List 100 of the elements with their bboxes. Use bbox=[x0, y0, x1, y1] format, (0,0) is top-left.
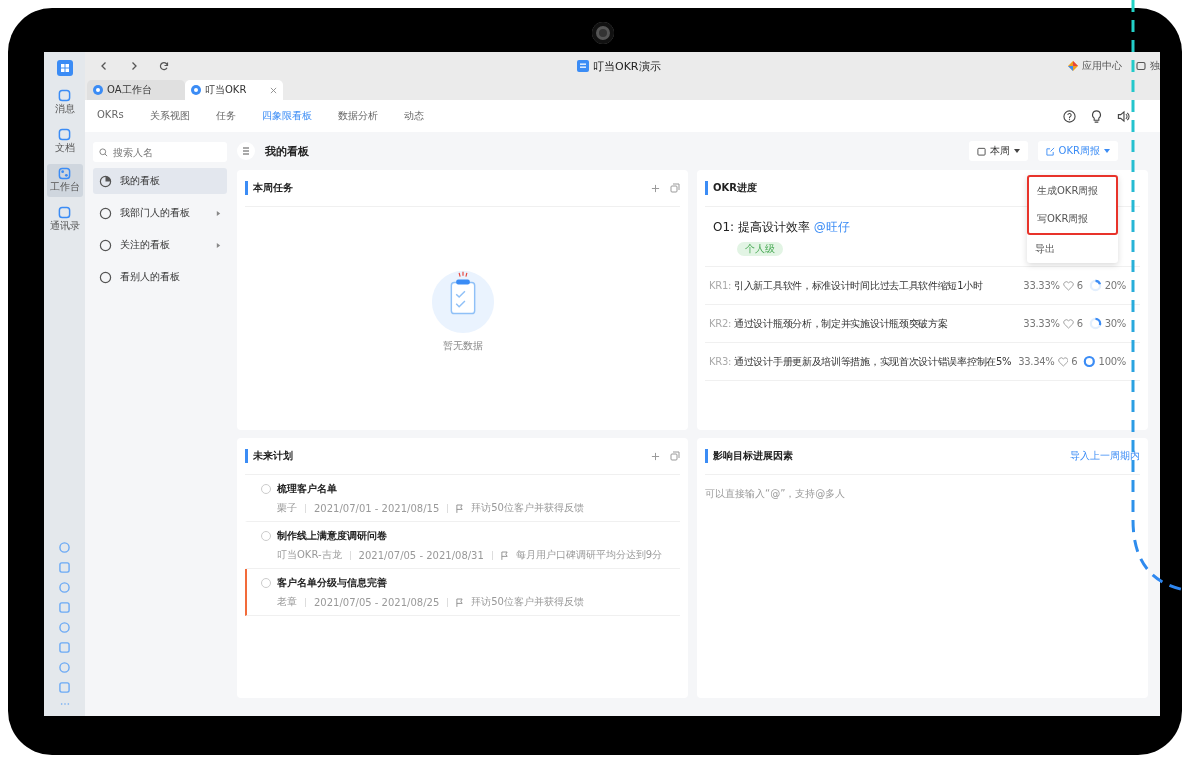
app-grid-icon[interactable] bbox=[56, 60, 73, 76]
caret-icon bbox=[1104, 149, 1110, 153]
kr-code: KR3: bbox=[709, 356, 732, 367]
heart-icon[interactable] bbox=[1062, 318, 1074, 329]
board-icon bbox=[99, 174, 112, 188]
board-menu-item[interactable]: 我的看板 bbox=[93, 168, 227, 194]
menu-item[interactable]: 生成OKR周报 bbox=[1029, 177, 1116, 205]
level-tag: 个人级 bbox=[737, 242, 783, 256]
camera-icon bbox=[592, 22, 614, 44]
task-owner: 叮当OKR-吉龙 bbox=[277, 548, 342, 562]
rail-item[interactable]: 文档 bbox=[46, 125, 83, 158]
browser-tab[interactable]: OA工作台 bbox=[87, 80, 185, 100]
board-menu-item[interactable]: 看别人的看板 bbox=[93, 264, 227, 290]
app-shortcut-icon[interactable] bbox=[59, 582, 70, 593]
task-dates: 2021/07/05 - 2021/08/31 bbox=[358, 549, 484, 561]
rail-app-icon bbox=[58, 128, 71, 141]
app-shortcut-icon[interactable] bbox=[59, 622, 70, 633]
board-menu-item[interactable]: 我部门人的看板 bbox=[93, 200, 227, 226]
browser-tab[interactable]: 叮当OKR bbox=[185, 80, 283, 100]
rail-item[interactable]: 通讯录 bbox=[46, 203, 83, 236]
collapse-icon[interactable] bbox=[237, 142, 255, 160]
kr-code: KR1: bbox=[709, 280, 732, 291]
task-title: 客户名单分级与信息完善 bbox=[277, 576, 387, 590]
rail-item[interactable]: 消息 bbox=[46, 86, 83, 119]
close-icon[interactable] bbox=[270, 86, 277, 94]
refresh-icon[interactable] bbox=[159, 61, 169, 71]
heart-icon[interactable] bbox=[1057, 356, 1069, 367]
card-title: 本周任务 bbox=[245, 181, 293, 195]
menu-item[interactable]: 导出 bbox=[1027, 235, 1118, 263]
app-shortcut-icon[interactable] bbox=[59, 562, 70, 573]
card-title: 影响目标进展因素 bbox=[705, 449, 793, 463]
nav-tab[interactable]: 关系视图 bbox=[149, 109, 190, 123]
kr-weight: 33.34% bbox=[1017, 356, 1055, 367]
app-shortcut-icon[interactable] bbox=[59, 642, 70, 653]
plus-icon[interactable] bbox=[651, 451, 660, 461]
more-icon[interactable] bbox=[59, 702, 70, 706]
search-field[interactable]: 搜索人名 bbox=[93, 142, 227, 162]
period-dropdown[interactable]: 本周 bbox=[968, 141, 1028, 161]
forward-icon[interactable] bbox=[129, 61, 139, 71]
import-link[interactable]: 导入上一周期内 bbox=[1070, 449, 1140, 463]
board-menu-item[interactable]: 关注的看板 bbox=[93, 232, 227, 258]
tab-favicon-icon bbox=[93, 85, 103, 95]
progress-reading: 20% bbox=[1104, 280, 1126, 291]
task-dates: 2021/07/05 - 2021/08/25 bbox=[314, 596, 440, 608]
rail-app-icon bbox=[58, 206, 71, 219]
board-title: 我的看板 bbox=[265, 143, 309, 159]
kr-code: KR2: bbox=[709, 318, 732, 329]
nav-tab[interactable]: 任务 bbox=[215, 109, 236, 123]
copy-icon[interactable] bbox=[670, 183, 680, 193]
help-icon[interactable] bbox=[1063, 109, 1076, 123]
caret-icon bbox=[1013, 149, 1020, 153]
rail-item[interactable]: 工作台 bbox=[46, 164, 83, 197]
task-dates: 2021/07/01 - 2021/08/15 bbox=[314, 502, 440, 514]
lightbulb-icon[interactable] bbox=[1090, 109, 1103, 123]
task-key-result: 每月用户口碑调研平均分达到9分 bbox=[515, 548, 663, 562]
card-title: 未来计划 bbox=[245, 449, 293, 463]
task-key-result: 拜访50位客户并获得反馈 bbox=[471, 595, 584, 609]
progress-reading: 30% bbox=[1104, 318, 1126, 329]
card-title: OKR进度 bbox=[705, 181, 757, 195]
app-shortcut-icon[interactable] bbox=[59, 662, 70, 673]
report-dropdown[interactable]: OKR周报 bbox=[1037, 141, 1118, 161]
tab-favicon-icon bbox=[191, 85, 201, 95]
app-shortcut-icon[interactable] bbox=[59, 542, 70, 553]
progress-ring bbox=[1088, 279, 1102, 292]
flag-icon bbox=[456, 503, 464, 513]
copy-icon[interactable] bbox=[670, 451, 680, 461]
task-owner: 栗子 bbox=[277, 501, 297, 515]
shortcut-link[interactable]: 应用中心 bbox=[1068, 59, 1122, 73]
nav-tab[interactable]: 四象限看板 bbox=[261, 109, 312, 123]
app-center-icon bbox=[1068, 61, 1078, 71]
nav-tab[interactable]: 动态 bbox=[403, 109, 424, 123]
heart-icon[interactable] bbox=[1062, 280, 1074, 291]
app-shortcut-icon[interactable] bbox=[59, 682, 70, 693]
app-shortcut-icon[interactable] bbox=[59, 602, 70, 613]
plus-icon[interactable] bbox=[651, 183, 660, 193]
empty-state-text: 暂无数据 bbox=[442, 338, 483, 353]
task-owner: 老章 bbox=[277, 595, 297, 609]
task-title: 梳理客户名单 bbox=[277, 482, 337, 496]
rail-app-icon bbox=[58, 89, 71, 102]
edit-icon bbox=[1045, 146, 1055, 156]
task-title: 制作线上满意度调研问卷 bbox=[277, 529, 387, 543]
kr-weight: 33.33% bbox=[1022, 318, 1060, 329]
rail-app-icon bbox=[58, 167, 71, 180]
search-icon bbox=[99, 147, 108, 157]
back-icon[interactable] bbox=[99, 61, 109, 71]
kr-text: 引入新工具软件，标准设计时间比过去工具软件缩短1小时 bbox=[734, 278, 983, 293]
board-icon bbox=[99, 238, 112, 252]
flag-icon bbox=[456, 597, 464, 607]
kr-text: 通过设计瓶颈分析，制定并实施设计瓶颈突破方案 bbox=[734, 316, 948, 331]
nav-tab[interactable]: 数据分析 bbox=[337, 109, 378, 123]
menu-item[interactable]: 写OKR周报 bbox=[1029, 205, 1116, 233]
speaker-icon[interactable] bbox=[1117, 109, 1130, 123]
window-title: 叮当OKR演示 bbox=[593, 58, 661, 74]
window-icon bbox=[1136, 61, 1146, 71]
nav-tab[interactable]: OKRs bbox=[97, 109, 124, 123]
progress-ring bbox=[1083, 355, 1096, 368]
kr-weight: 33.33% bbox=[1022, 280, 1060, 291]
shortcut-link[interactable]: 独 bbox=[1136, 59, 1160, 73]
board-icon bbox=[99, 206, 112, 220]
progress-ring bbox=[1088, 317, 1102, 330]
